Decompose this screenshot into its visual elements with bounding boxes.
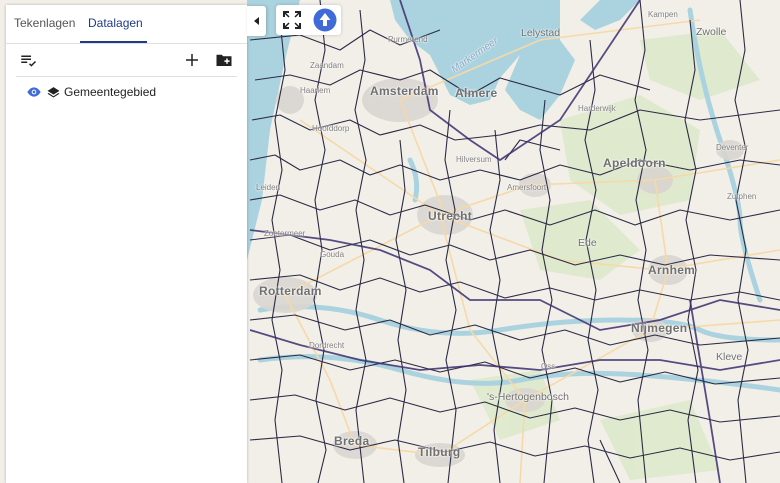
map-label-ede: Ede bbox=[578, 237, 597, 249]
map-label-hilversum: Hilversum bbox=[456, 155, 492, 164]
map-label-haarlem: Haarlem bbox=[300, 86, 331, 95]
folder-plus-icon[interactable] bbox=[215, 51, 233, 69]
collapse-panel-button[interactable] bbox=[247, 6, 266, 36]
map-label-kampen: Kampen bbox=[648, 10, 678, 19]
map-label-nijmegen: Nijmegen bbox=[631, 321, 688, 335]
navigation-arrow-icon[interactable] bbox=[313, 8, 337, 32]
map-label-dordrecht: Dordrecht bbox=[309, 341, 345, 350]
map-label-amersfoort: Amersfoort bbox=[507, 183, 547, 192]
map-label-purmerend: Purmerend bbox=[388, 35, 428, 44]
map-label-zaandam: Zaandam bbox=[310, 61, 344, 70]
map-label-amsterdam: Amsterdam bbox=[370, 84, 439, 98]
layers-panel: Tekenlagen Datalagen Gemeentegebied bbox=[6, 5, 247, 483]
map-label-breda: Breda bbox=[334, 434, 370, 448]
map-label-lelystad: Lelystad bbox=[521, 27, 561, 39]
map-label-hoofddorp: Hoofddorp bbox=[312, 124, 350, 133]
panel-tabs: Tekenlagen Datalagen bbox=[6, 5, 247, 44]
map-label-shertogenbosch: 's-Hertogenbosch bbox=[487, 391, 569, 403]
chevron-left-icon bbox=[254, 17, 259, 25]
tab-datalagen[interactable]: Datalagen bbox=[88, 16, 143, 30]
map-controls bbox=[276, 5, 341, 35]
map-label-apeldoorn: Apeldoorn bbox=[603, 156, 666, 170]
playlist-check-icon[interactable] bbox=[19, 51, 37, 69]
map-label-deventer: Deventer bbox=[716, 143, 749, 152]
layers-icon bbox=[47, 86, 60, 98]
map-label-utrecht: Utrecht bbox=[428, 209, 473, 223]
eye-icon[interactable] bbox=[26, 86, 42, 98]
map-label-kleve: Kleve bbox=[716, 351, 743, 363]
map-label-arnhem: Arnhem bbox=[648, 263, 696, 277]
map-label-harderwijk: Harderwijk bbox=[578, 104, 616, 113]
map-label-oss: Oss bbox=[541, 362, 556, 371]
map-label-zutphen: Zutphen bbox=[727, 192, 757, 201]
tab-tekenlagen[interactable]: Tekenlagen bbox=[14, 16, 75, 30]
map-label-almere: Almere bbox=[455, 86, 498, 100]
map-label-leiden: Leiden bbox=[256, 183, 281, 192]
map-label-rotterdam: Rotterdam bbox=[259, 284, 322, 298]
layer-item[interactable]: Gemeentegebied bbox=[26, 83, 156, 101]
layers-toolbar bbox=[16, 44, 237, 77]
map-label-gouda: Gouda bbox=[320, 250, 345, 259]
plus-icon[interactable] bbox=[183, 51, 201, 69]
layer-label: Gemeentegebied bbox=[64, 85, 157, 99]
map-label-tilburg: Tilburg bbox=[418, 445, 461, 459]
map-label-zwolle: Zwolle bbox=[696, 26, 727, 38]
fullscreen-icon[interactable] bbox=[280, 8, 304, 32]
active-tab-indicator bbox=[80, 41, 147, 43]
map-label-zoetermeer: Zoetermeer bbox=[264, 229, 306, 238]
